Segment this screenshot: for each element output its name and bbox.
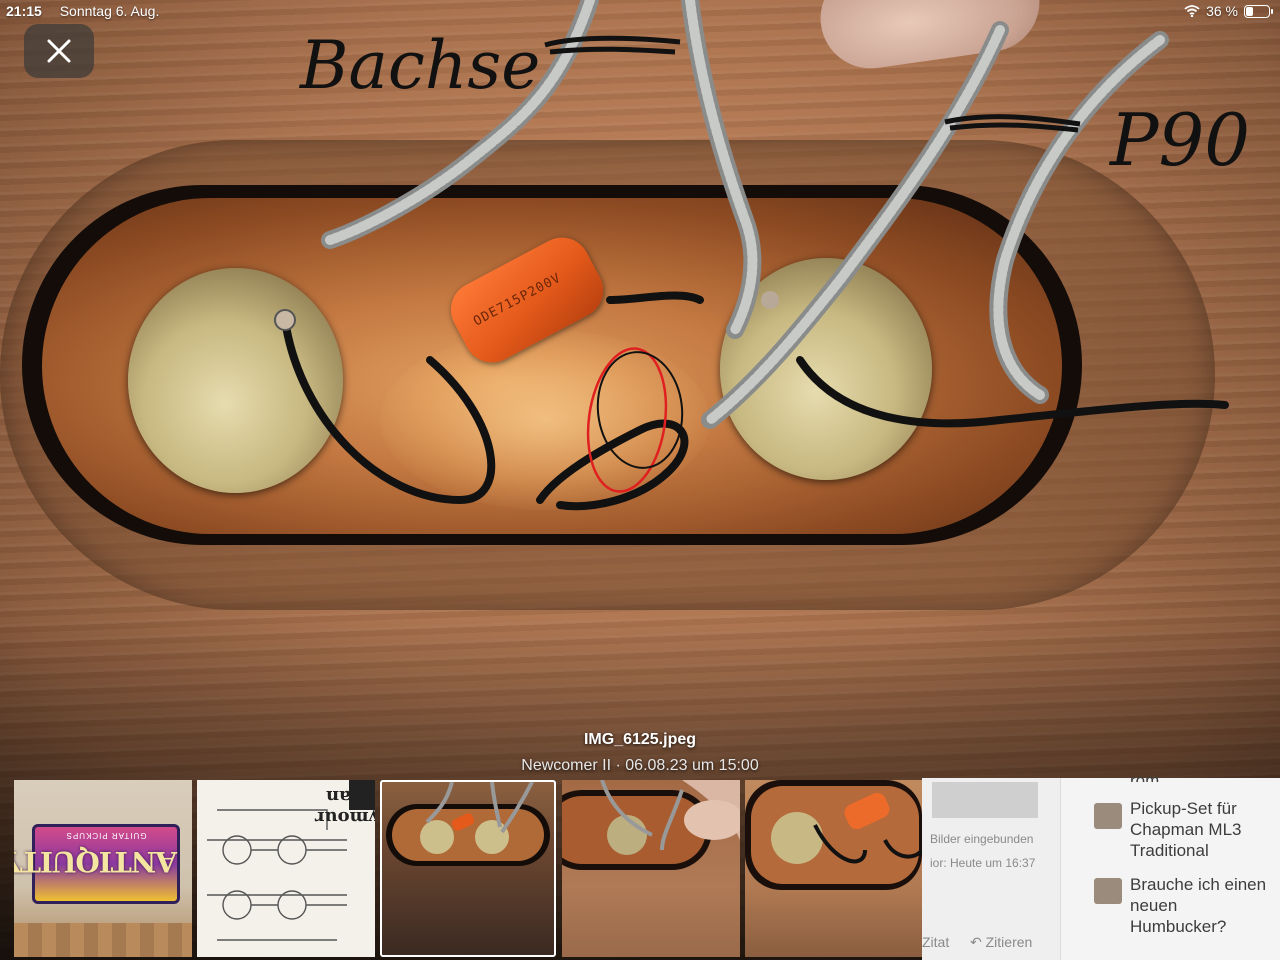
handwritten-bachse: Bachse bbox=[299, 27, 540, 104]
cavity-thumb-art bbox=[386, 782, 550, 866]
close-button[interactable] bbox=[24, 24, 94, 78]
bg-timestamp: ior: Heute um 16:37 bbox=[930, 856, 1036, 870]
battery-percent: 36 % bbox=[1206, 3, 1238, 19]
bg-cite-action[interactable]: ↶ Zitieren bbox=[970, 934, 1032, 951]
thumbnail-cavity-closeup[interactable] bbox=[745, 780, 922, 957]
handwritten-p90: P90 bbox=[1108, 98, 1250, 182]
wood-floor bbox=[14, 923, 192, 957]
background-block bbox=[932, 782, 1038, 818]
topic-thumbnail bbox=[1094, 878, 1122, 904]
bg-quote-action[interactable]: Zitat bbox=[922, 934, 949, 950]
status-date: Sonntag 6. Aug. bbox=[59, 3, 160, 19]
thumbnail-cavity-hand[interactable] bbox=[562, 780, 740, 957]
thumbnail-wiring-diagram[interactable]: Seymour Duncan bbox=[197, 780, 375, 957]
close-icon bbox=[47, 39, 71, 63]
thumbnail-antiquity[interactable]: GUITAR PICKUPS ANTIQUITY bbox=[14, 780, 192, 957]
bg-embedded-text: Bilder eingebunden bbox=[930, 832, 1034, 846]
status-bar-left: 21:15 Sonntag 6. Aug. bbox=[6, 3, 173, 19]
status-bar-right: 36 % bbox=[1184, 3, 1273, 19]
battery-fill bbox=[1246, 6, 1253, 16]
bg-topic-partial: rom bbox=[1130, 771, 1160, 782]
bg-topic-link[interactable]: Pickup-Set für Chapman ML3 Traditional bbox=[1130, 798, 1270, 861]
cavity-hand-thumb-art bbox=[562, 780, 740, 870]
bg-cite-label: Zitieren bbox=[985, 934, 1033, 950]
reply-icon: ↶ bbox=[970, 934, 986, 950]
antiquity-subtext: GUITAR PICKUPS bbox=[65, 831, 147, 840]
battery-icon bbox=[1244, 4, 1273, 18]
closeup-thumb-art bbox=[745, 780, 922, 890]
antiquity-logo: GUITAR PICKUPS ANTIQUITY bbox=[14, 824, 180, 904]
antiquity-brand-text: ANTIQUITY bbox=[14, 845, 177, 878]
seymour-duncan-text: Seymour Duncan bbox=[315, 786, 375, 828]
image-subtitle: Newcomer II · 06.08.23 um 15:00 bbox=[521, 757, 759, 774]
status-time: 21:15 bbox=[6, 3, 42, 19]
bg-topic-link[interactable]: Brauche ich einen neuen Humbucker? bbox=[1130, 874, 1270, 937]
wifi-icon bbox=[1184, 5, 1200, 17]
topic-thumbnail bbox=[1094, 803, 1122, 829]
thumbnail-cavity-selected[interactable] bbox=[380, 780, 556, 957]
image-filename: IMG_6125.jpeg bbox=[583, 731, 697, 748]
